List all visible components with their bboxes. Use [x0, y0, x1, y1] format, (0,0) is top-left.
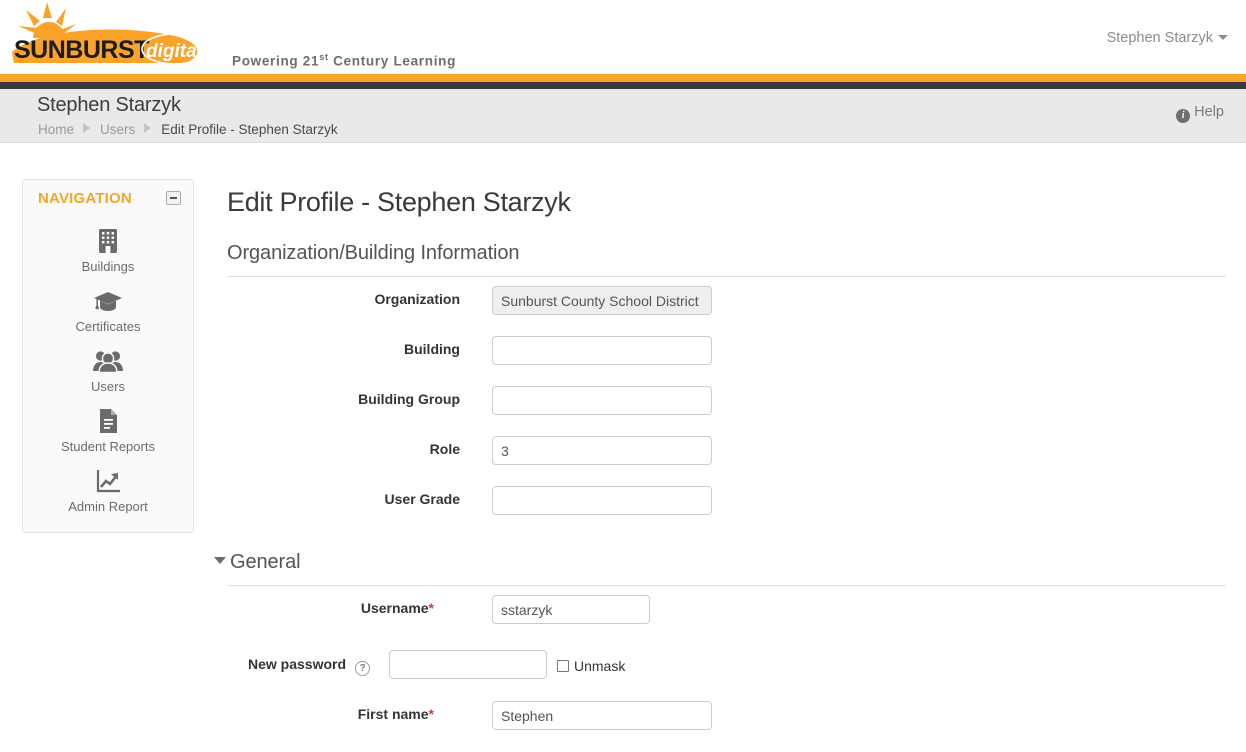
tagline-post: Century Learning [328, 53, 457, 69]
breadcrumb-item-home[interactable]: Home [38, 122, 74, 137]
org-fields-group: Organization Building Building Group Rol… [227, 277, 1226, 527]
brand-header: SUNBURST digital Powering 21st Century L… [0, 0, 1246, 74]
username-input[interactable] [492, 595, 650, 624]
dark-accent-band [0, 82, 1246, 89]
field-row-user-grade: User Grade [227, 477, 1226, 527]
tagline-superscript: st [319, 52, 329, 62]
user-account-menu[interactable]: Stephen Starzyk [1107, 30, 1228, 46]
building-group-input[interactable] [492, 386, 712, 415]
general-fields-group: Username* New password? Unmask First nam… [227, 586, 1226, 742]
field-row-role: Role [227, 427, 1226, 477]
page-title: Edit Profile - Stephen Starzyk [227, 187, 571, 217]
user-account-name: Stephen Starzyk [1106, 30, 1213, 46]
building-icon [23, 227, 193, 255]
sidebar-item-label: Certificates [75, 319, 141, 334]
sidebar-collapse-button[interactable] [166, 191, 181, 205]
username-label-text: Username [360, 600, 429, 616]
field-row-new-password: New password? Unmask [227, 636, 1226, 692]
field-row-first-name: First name* [227, 692, 1226, 742]
file-text-icon [23, 407, 193, 435]
new-password-input[interactable] [389, 650, 547, 679]
unmask-checkbox-row[interactable]: Unmask [557, 658, 625, 674]
main-content: Edit Profile - Stephen Starzyk Organizat… [214, 179, 1226, 742]
svg-text:digital: digital [146, 41, 203, 62]
required-marker: * [428, 600, 434, 616]
field-row-building-group: Building Group [227, 377, 1226, 427]
role-input[interactable] [492, 436, 712, 465]
organization-input [492, 286, 712, 315]
unmask-checkbox[interactable] [557, 660, 569, 672]
first-name-label-text: First name [357, 706, 429, 722]
new-password-label-text: New password [248, 656, 347, 672]
building-input[interactable] [492, 336, 712, 365]
page-header-title: Stephen Starzyk [37, 94, 181, 116]
building-group-label: Building Group [358, 391, 460, 407]
page-header-bar: Stephen Starzyk Home Users Edit Profile - … [0, 89, 1246, 143]
breadcrumb-item-users[interactable]: Users [100, 122, 135, 137]
required-marker: * [428, 706, 434, 722]
user-grade-input[interactable] [492, 486, 712, 515]
question-mark-icon[interactable]: ? [355, 661, 371, 676]
breadcrumb-separator-icon [144, 123, 152, 133]
organization-label: Organization [374, 291, 460, 307]
user-grade-label: User Grade [384, 491, 460, 507]
orange-accent-band [0, 74, 1246, 82]
field-row-username: Username* [227, 586, 1226, 636]
sunburst-digital-logo[interactable]: SUNBURST digital [0, 0, 220, 74]
help-link[interactable]: i Help [1176, 104, 1224, 123]
sidebar-item-certificates[interactable]: Certificates [23, 278, 193, 338]
info-icon: i [1176, 109, 1191, 123]
collapse-triangle-icon [214, 557, 226, 564]
help-label: Help [1194, 104, 1224, 120]
navigation-header: NAVIGATION [23, 180, 193, 218]
navigation-title: NAVIGATION [38, 190, 132, 207]
breadcrumb-separator-icon [83, 123, 91, 133]
chevron-down-icon [1218, 35, 1228, 40]
svg-text:SUNBURST: SUNBURST [14, 36, 149, 64]
general-section-label: General [230, 551, 301, 573]
general-section-title[interactable]: General [214, 551, 1226, 574]
tagline-pre: Powering 21 [232, 53, 320, 69]
breadcrumb-item-current: Edit Profile - Stephen Starzyk [161, 122, 338, 137]
breadcrumb: Home Users Edit Profile - Stephen Starzyk [38, 122, 338, 137]
sidebar-item-buildings[interactable]: Buildings [23, 218, 193, 278]
unmask-label: Unmask [574, 658, 626, 674]
field-row-organization: Organization [227, 277, 1226, 327]
username-label: Username* [34, 600, 434, 616]
first-name-label: First name* [34, 706, 434, 722]
new-password-label: New password? [248, 656, 371, 676]
sidebar-item-label: Buildings [81, 259, 135, 274]
first-name-input[interactable] [492, 701, 712, 730]
role-label: Role [429, 441, 460, 457]
brand-tagline: Powering 21st Century Learning [232, 52, 456, 69]
sidebar-item-admin-report[interactable]: Admin Report [23, 458, 193, 518]
field-row-building: Building [227, 327, 1226, 377]
building-label: Building [404, 341, 460, 357]
org-section-title: Organization/Building Information [227, 242, 520, 264]
